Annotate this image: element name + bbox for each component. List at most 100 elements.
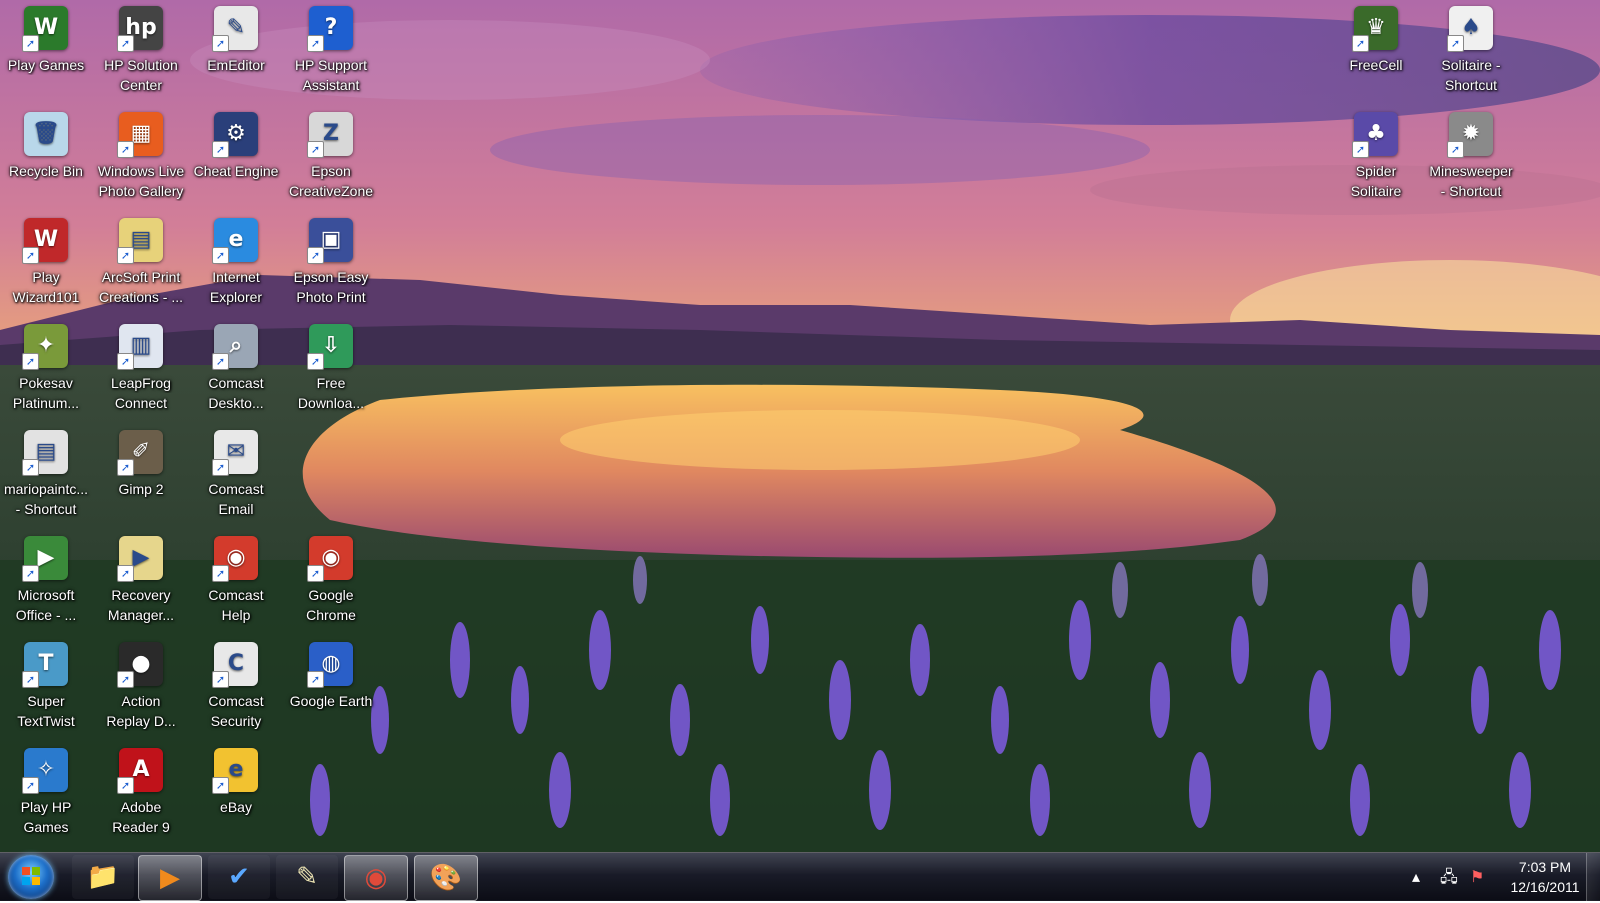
- desktop-icon-comcast-desktop[interactable]: ⌕ ➚ Comcast Deskto...: [190, 318, 282, 418]
- desktop-icon-gimp-2[interactable]: ✐ ➚ Gimp 2: [95, 424, 187, 524]
- show-desktop-button[interactable]: [1586, 853, 1600, 901]
- emeditor-icon: ✎ ➚: [212, 6, 258, 52]
- desktop-icon-pokesav-platinum[interactable]: ✦ ➚ Pokesav Platinum...: [0, 318, 92, 418]
- desktop-icon-super-textwist[interactable]: T ➚ Super TextTwist: [0, 636, 92, 736]
- show-hidden-icons-chevron-up-icon[interactable]: ▴: [1412, 867, 1420, 887]
- super-textwist-icon: T ➚: [22, 642, 68, 688]
- desktop-icon-label: Epson Easy Photo Print: [283, 267, 379, 307]
- desktop-icon-freecell[interactable]: ♛ ➚ FreeCell: [1330, 0, 1422, 100]
- desktop-icon-label-line: Internet: [212, 269, 260, 285]
- desktop-icon-hp-solution-center[interactable]: hp ➚ HP Solution Center: [95, 0, 187, 100]
- desktop-icon-action-replay-ds[interactable]: ● ➚ Action Replay D...: [95, 636, 187, 736]
- desktop-icon-label: Cheat Engine: [188, 161, 284, 181]
- taskbar-button-google-chrome[interactable]: ◉: [344, 855, 408, 901]
- recycle-bin-icon: 🗑: [24, 112, 68, 156]
- desktop-icon-hp-support-assistant[interactable]: ? ➚ HP Support Assistant: [285, 0, 377, 100]
- desktop-icon-arcsoft-print-creations[interactable]: ▤ ➚ ArcSoft Print Creations - ...: [95, 212, 187, 312]
- desktop-icon-label-line: Photo Print: [296, 289, 366, 305]
- taskbar-button-app-checkmark[interactable]: ✔: [208, 855, 270, 899]
- epson-easy-photo-print-icon: ▣ ➚: [307, 218, 353, 264]
- desktop-icon-label: eBay: [188, 797, 284, 817]
- comcast-email-icon: ✉ ➚: [212, 430, 258, 476]
- shortcut-arrow-icon: ➚: [212, 777, 229, 794]
- desktop-icon-label: LeapFrog Connect: [93, 373, 189, 413]
- desktop-icon-label-line: Security: [210, 713, 262, 729]
- shortcut-arrow-icon: ➚: [117, 247, 134, 264]
- taskbar-button-windows-explorer[interactable]: 📁: [72, 855, 134, 899]
- desktop-icon-label: EmEditor: [188, 55, 284, 75]
- solitaire-shortcut-icon: ♠ ➚: [1447, 6, 1493, 52]
- hp-support-assistant-icon-glyph: ?: [324, 15, 338, 40]
- desktop-icon-label: Comcast Security: [188, 691, 284, 731]
- desktop-icon-label-line: Replay D...: [106, 713, 176, 729]
- shortcut-arrow-icon: ➚: [22, 247, 39, 264]
- desktop-icon-comcast-help[interactable]: ◉ ➚ Comcast Help: [190, 530, 282, 630]
- desktop-icon-minesweeper-shortcut[interactable]: ✹ ➚ Minesweeper - Shortcut: [1425, 106, 1517, 206]
- taskbar-button-windows-media-player[interactable]: ▶: [138, 855, 202, 901]
- desktop-icon-microsoft-office[interactable]: ▶ ➚ Microsoft Office - ...: [0, 530, 92, 630]
- cheat-engine-icon-glyph: ⚙: [226, 121, 246, 146]
- desktop-icon-google-chrome[interactable]: ◉ ➚ Google Chrome: [285, 530, 377, 630]
- desktop-icon-mariopaintc-shortcut[interactable]: ▤ ➚ mariopaintc... - Shortcut: [0, 424, 92, 524]
- desktop-icon-emeditor[interactable]: ✎ ➚ EmEditor: [190, 0, 282, 100]
- comcast-desktop-icon-glyph: ⌕: [229, 333, 243, 358]
- desktop-icon-label-line: LeapFrog: [111, 375, 171, 391]
- recycle-bin-icon-glyph: 🗑: [32, 121, 60, 146]
- desktop-icon-spider-solitaire[interactable]: ♣ ➚ Spider Solitaire: [1330, 106, 1422, 206]
- desktop-icon-label: Recovery Manager...: [93, 585, 189, 625]
- desktop-icon-label: Spider Solitaire: [1328, 161, 1424, 201]
- desktop-icon-label-line: Help: [221, 607, 251, 623]
- minesweeper-shortcut-icon: ✹ ➚: [1447, 112, 1493, 158]
- shortcut-arrow-icon: ➚: [117, 353, 134, 370]
- desktop-icon-label-line: Email: [218, 501, 254, 517]
- desktop-icon-play-hp-games[interactable]: ✧ ➚ Play HP Games: [0, 742, 92, 842]
- taskbar-button-paint[interactable]: 🎨: [414, 855, 478, 901]
- system-clock[interactable]: 7:03 PM 12/16/2011: [1506, 857, 1584, 897]
- shortcut-arrow-icon: ➚: [117, 777, 134, 794]
- desktop-icon-label-line: Wizard101: [12, 289, 80, 305]
- shortcut-arrow-icon: ➚: [1352, 141, 1369, 158]
- desktop-icon-epson-creativezone[interactable]: Z ➚ Epson CreativeZone: [285, 106, 377, 206]
- desktop-icon-label-line: Games: [23, 819, 69, 835]
- desktop-icon-label: ArcSoft Print Creations - ...: [93, 267, 189, 307]
- paint-palette-icon: 🎨: [429, 863, 463, 893]
- desktop-icon-label-line: Comcast: [208, 587, 264, 603]
- desktop-icon-internet-explorer[interactable]: e ➚ Internet Explorer: [190, 212, 282, 312]
- adobe-reader-9-icon-glyph: A: [132, 757, 150, 782]
- desktop-icon-label-line: Action: [121, 693, 161, 709]
- microsoft-office-icon-glyph: ▶: [37, 545, 55, 570]
- desktop-icon-epson-easy-photo-print[interactable]: ▣ ➚ Epson Easy Photo Print: [285, 212, 377, 312]
- epson-creativezone-icon-glyph: Z: [323, 121, 339, 146]
- desktop-icon-label-line: Play: [32, 269, 60, 285]
- taskbar-button-app-pen[interactable]: ✎: [276, 855, 338, 899]
- desktop-icon-play-games[interactable]: W ➚ Play Games: [0, 0, 92, 100]
- desktop-icon-windows-live-photo-gallery[interactable]: ▦ ➚ Windows Live Photo Gallery: [95, 106, 187, 206]
- desktop-icon-comcast-security[interactable]: C ➚ Comcast Security: [190, 636, 282, 736]
- desktop-icon-solitaire-shortcut[interactable]: ♠ ➚ Solitaire - Shortcut: [1425, 0, 1517, 100]
- super-textwist-icon-glyph: T: [38, 651, 54, 676]
- desktop-icon-label-line: Google: [308, 587, 354, 603]
- shortcut-arrow-icon: ➚: [1447, 35, 1464, 52]
- shortcut-arrow-icon: ➚: [22, 353, 39, 370]
- network-icon[interactable]: 🖧: [1440, 867, 1458, 887]
- desktop-icon-leapfrog-connect[interactable]: ▥ ➚ LeapFrog Connect: [95, 318, 187, 418]
- desktop-icon-recovery-manager[interactable]: ▶ ➚ Recovery Manager...: [95, 530, 187, 630]
- desktop-icon-adobe-reader-9[interactable]: A ➚ Adobe Reader 9: [95, 742, 187, 842]
- desktop-icon-google-earth[interactable]: ◍ ➚ Google Earth: [285, 636, 377, 736]
- internet-explorer-icon: e ➚: [212, 218, 258, 264]
- desktop-icon-play-wizard101[interactable]: W ➚ Play Wizard101: [0, 212, 92, 312]
- desktop-icon-label: Solitaire - Shortcut: [1423, 55, 1519, 95]
- gimp-2-icon: ✐ ➚: [117, 430, 163, 476]
- desktop-icon-recycle-bin[interactable]: 🗑 Recycle Bin: [0, 106, 92, 206]
- desktop-icon-ebay[interactable]: e ➚ eBay: [190, 742, 282, 842]
- desktop-icon-free-download[interactable]: ⇩ ➚ Free Downloa...: [285, 318, 377, 418]
- spider-solitaire-icon: ♣ ➚: [1352, 112, 1398, 158]
- action-center-flag-icon[interactable]: ⚑: [1470, 867, 1484, 887]
- desktop-icon-label-line: eBay: [220, 799, 252, 815]
- desktop-icon-cheat-engine[interactable]: ⚙ ➚ Cheat Engine: [190, 106, 282, 206]
- desktop-icon-label: Microsoft Office - ...: [0, 585, 94, 625]
- hp-support-assistant-icon: ? ➚: [307, 6, 353, 52]
- freecell-icon: ♛ ➚: [1352, 6, 1398, 52]
- start-button[interactable]: [8, 855, 54, 899]
- desktop-icon-comcast-email[interactable]: ✉ ➚ Comcast Email: [190, 424, 282, 524]
